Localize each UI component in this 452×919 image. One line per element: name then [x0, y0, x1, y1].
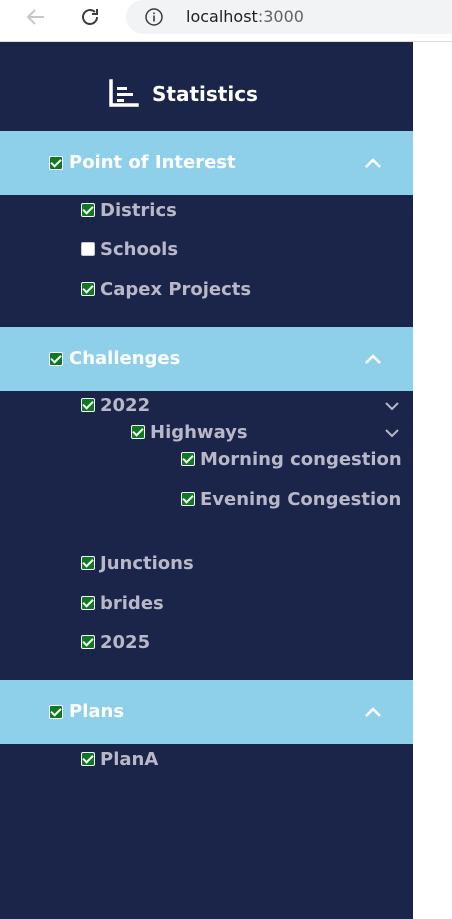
tree-item-evening-congestion[interactable]: Evening Congestion: [200, 489, 401, 511]
url-text: localhost:3000: [186, 7, 304, 27]
checkbox-point-of-interest[interactable]: [49, 156, 63, 170]
reload-button[interactable]: [74, 4, 106, 30]
chevron-down-icon[interactable]: [384, 428, 400, 438]
sidebar-title: Statistics: [152, 82, 258, 106]
browser-toolbar: localhost:3000: [0, 0, 452, 42]
checkbox-2025[interactable]: [81, 635, 95, 649]
tree-item-highways[interactable]: Highways: [150, 422, 248, 444]
tree-item-2025[interactable]: 2025: [100, 632, 150, 654]
checkbox-junctions[interactable]: [81, 556, 95, 570]
url-port: :3000: [257, 7, 304, 26]
reload-icon: [82, 9, 98, 25]
url-host: localhost: [186, 7, 258, 26]
address-bar[interactable]: localhost:3000: [126, 0, 452, 34]
tree-item-brides[interactable]: brides: [100, 593, 164, 615]
checkbox-challenges[interactable]: [49, 352, 63, 366]
checkbox-brides[interactable]: [81, 596, 95, 610]
section-label: Point of Interest: [69, 152, 236, 173]
checkbox-plans[interactable]: [49, 705, 63, 719]
tree-item-districs[interactable]: Districs: [100, 200, 177, 222]
section-label: Plans: [69, 701, 125, 722]
tree-item-schools[interactable]: Schools: [100, 239, 178, 261]
section-header-plans[interactable]: Plans: [0, 680, 413, 744]
checkbox-2022[interactable]: [81, 398, 95, 412]
tree-item-junctions[interactable]: Junctions: [100, 553, 194, 575]
chevron-up-icon[interactable]: [363, 157, 383, 169]
tree-item-morning-congestion[interactable]: Morning congestion: [200, 449, 402, 471]
section-header-point-of-interest[interactable]: Point of Interest: [0, 131, 413, 195]
checkbox-capex-projects[interactable]: [81, 282, 95, 296]
sidebar-brand: Statistics: [108, 78, 258, 110]
checkbox-districs[interactable]: [81, 203, 95, 217]
tree-item-capex-projects[interactable]: Capex Projects: [100, 279, 251, 301]
back-button[interactable]: [20, 4, 52, 30]
info-icon[interactable]: [144, 7, 164, 27]
checkbox-schools[interactable]: [81, 242, 95, 256]
statistics-icon: [109, 79, 139, 107]
chevron-up-icon[interactable]: [363, 353, 383, 365]
tree-item-plana[interactable]: PlanA: [100, 749, 158, 771]
section-header-challenges[interactable]: Challenges: [0, 327, 413, 391]
checkbox-highways[interactable]: [131, 425, 145, 439]
chevron-down-icon[interactable]: [384, 401, 400, 411]
arrow-left-icon: [26, 9, 44, 25]
section-label: Challenges: [69, 348, 181, 369]
checkbox-plana[interactable]: [81, 752, 95, 766]
chevron-up-icon[interactable]: [363, 706, 383, 718]
tree-item-2022[interactable]: 2022: [100, 395, 150, 417]
checkbox-morning-congestion[interactable]: [181, 452, 195, 466]
sidebar: Statistics Point of Interest Districs Sc…: [0, 42, 413, 919]
checkbox-evening-congestion[interactable]: [181, 492, 195, 506]
